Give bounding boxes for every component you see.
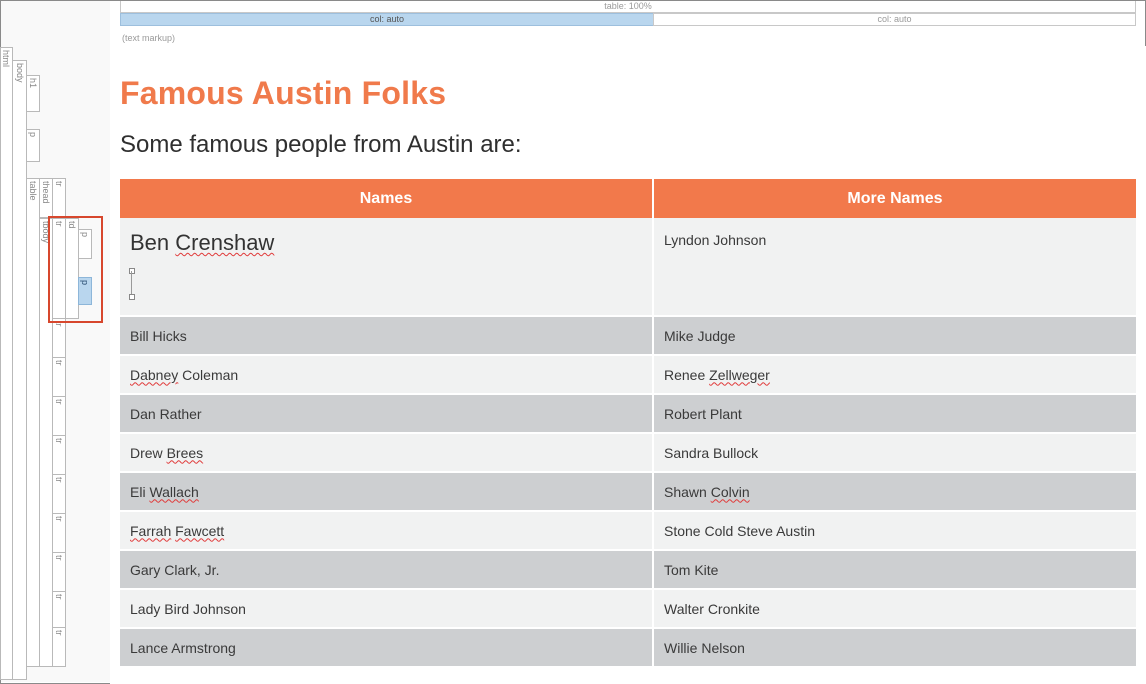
table-cell[interactable]: Sandra Bullock (653, 433, 1136, 473)
cell-text-misspelled: Crenshaw (175, 230, 275, 255)
table-row: Eli Wallach Shawn Colvin (120, 472, 1136, 512)
table-cell[interactable]: Farrah Fawcett (120, 511, 654, 551)
tag-tr-4[interactable]: tr (52, 396, 66, 436)
cell-text-misspelled: Brees (166, 444, 204, 461)
table-row: Dabney Coleman Renee Zellweger (120, 355, 1136, 395)
selection-highlight (48, 216, 103, 323)
tag-p-label: p (28, 132, 38, 138)
tag-tr-label: tr (54, 477, 64, 483)
table-cell[interactable]: Lance Armstrong (120, 628, 654, 668)
table-row: Drew Brees Sandra Bullock (120, 433, 1136, 473)
empty-paragraph-caret[interactable] (129, 268, 135, 300)
tag-p[interactable]: p (26, 129, 40, 162)
text-markup-label: (text markup) (122, 33, 176, 43)
cell-text-misspelled: Zellweger (709, 366, 770, 383)
cell-text: Shawn (664, 483, 711, 500)
table-cell[interactable]: Drew Brees (120, 433, 654, 473)
cell-text: Ben (130, 230, 170, 255)
table-cell[interactable]: Walter Cronkite (653, 589, 1136, 629)
tag-tr-label: tr (54, 399, 64, 405)
table-cell[interactable]: Lady Bird Johnson (120, 589, 654, 629)
table-cell[interactable]: Dan Rather (120, 394, 654, 434)
cell-text-misspelled: Wallach (149, 483, 199, 500)
tag-thead-label: thead (41, 181, 51, 204)
cell-text: Eli (130, 483, 150, 500)
table-row: Lance Armstrong Willie Nelson (120, 628, 1136, 668)
header-more-names[interactable]: More Names (653, 179, 1136, 218)
tag-body[interactable]: body (12, 60, 27, 680)
table-cell[interactable]: Renee Zellweger (653, 355, 1136, 395)
table-cell[interactable]: Tom Kite (653, 550, 1136, 590)
intro-paragraph[interactable]: Some famous people from Austin are: (120, 131, 522, 159)
tag-tr-label: tr (54, 360, 64, 366)
tag-tr-3[interactable]: tr (52, 357, 66, 397)
tag-tr-10[interactable]: tr (52, 627, 66, 667)
table-row: Ben Crenshaw Lyndon Johnson (120, 218, 1136, 317)
table-cell[interactable]: Gary Clark, Jr. (120, 550, 654, 590)
table-cell[interactable]: Dabney Coleman (120, 355, 654, 395)
table-row: Farrah Fawcett Stone Cold Steve Austin (120, 511, 1136, 551)
caret-handle-top[interactable] (129, 268, 135, 274)
column-2-marker[interactable]: col: auto (653, 13, 1136, 26)
tag-thead[interactable]: thead (39, 178, 53, 218)
page-title[interactable]: Famous Austin Folks (120, 75, 446, 112)
tag-tr-9[interactable]: tr (52, 591, 66, 628)
tag-tr-6[interactable]: tr (52, 474, 66, 514)
tag-table-label: table (28, 181, 38, 201)
table-cell[interactable]: Stone Cold Steve Austin (653, 511, 1136, 551)
table-row: Bill Hicks Mike Judge (120, 316, 1136, 356)
cell-text: Drew (130, 444, 167, 461)
cell-text: Lyndon Johnson (664, 232, 767, 248)
cell-text-misspelled: Colvin (710, 483, 750, 500)
tag-tr-8[interactable]: tr (52, 552, 66, 592)
tag-tr-7[interactable]: tr (52, 513, 66, 553)
header-row: Names More Names (120, 179, 1136, 218)
tag-tr-label: tr (54, 516, 64, 522)
tag-thead-tr[interactable]: tr (52, 178, 66, 218)
table-head: Names More Names (120, 179, 1136, 218)
header-names[interactable]: Names (120, 179, 654, 218)
table-cell[interactable]: Mike Judge (653, 316, 1136, 356)
table-cell[interactable]: Willie Nelson (653, 628, 1136, 668)
cell-text-misspelled: Dabney (130, 366, 179, 383)
tag-table[interactable]: table (26, 178, 40, 667)
table-cell[interactable]: Eli Wallach (120, 472, 654, 512)
tag-tr-label: tr (54, 555, 64, 561)
tag-tr-label: tr (54, 594, 64, 600)
tag-h1-label: h1 (28, 78, 38, 89)
tag-h1[interactable]: h1 (26, 75, 40, 112)
tag-tr-label: tr (54, 630, 64, 636)
table-cell[interactable]: Lyndon Johnson (653, 218, 1136, 317)
cell-text-misspelled: Farrah (130, 522, 172, 539)
tag-html-label: html (1, 50, 11, 68)
table-body: Ben Crenshaw Lyndon Johnson Bill Hicks M… (120, 218, 1136, 668)
cell-text: Renee (664, 366, 710, 383)
famous-folks-table[interactable]: Names More Names Ben Crenshaw Lyndon Joh… (120, 179, 1136, 668)
table-cell[interactable]: Robert Plant (653, 394, 1136, 434)
table-row: Dan Rather Robert Plant (120, 394, 1136, 434)
table-cell[interactable]: Shawn Colvin (653, 472, 1136, 512)
tag-tr-5[interactable]: tr (52, 435, 66, 475)
cell-paragraph[interactable]: Ben Crenshaw (130, 230, 642, 256)
caret-handle-bottom[interactable] (129, 294, 135, 300)
tag-tr-label: tr (54, 181, 64, 187)
table-cell[interactable]: Ben Crenshaw (120, 218, 654, 317)
column-1-marker[interactable]: col: auto (120, 13, 654, 26)
tag-body-label: body (15, 63, 25, 83)
cell-text: Coleman (178, 366, 239, 383)
tag-tr-2[interactable]: tr (52, 318, 66, 358)
tag-tr-label: tr (54, 438, 64, 444)
table-row: Gary Clark, Jr. Tom Kite (120, 550, 1136, 590)
table-cell[interactable]: Bill Hicks (120, 316, 654, 356)
table-width-marker[interactable]: table: 100% (120, 1, 1136, 13)
cell-text-misspelled: Fawcett (175, 522, 225, 539)
table-row: Lady Bird Johnson Walter Cronkite (120, 589, 1136, 629)
